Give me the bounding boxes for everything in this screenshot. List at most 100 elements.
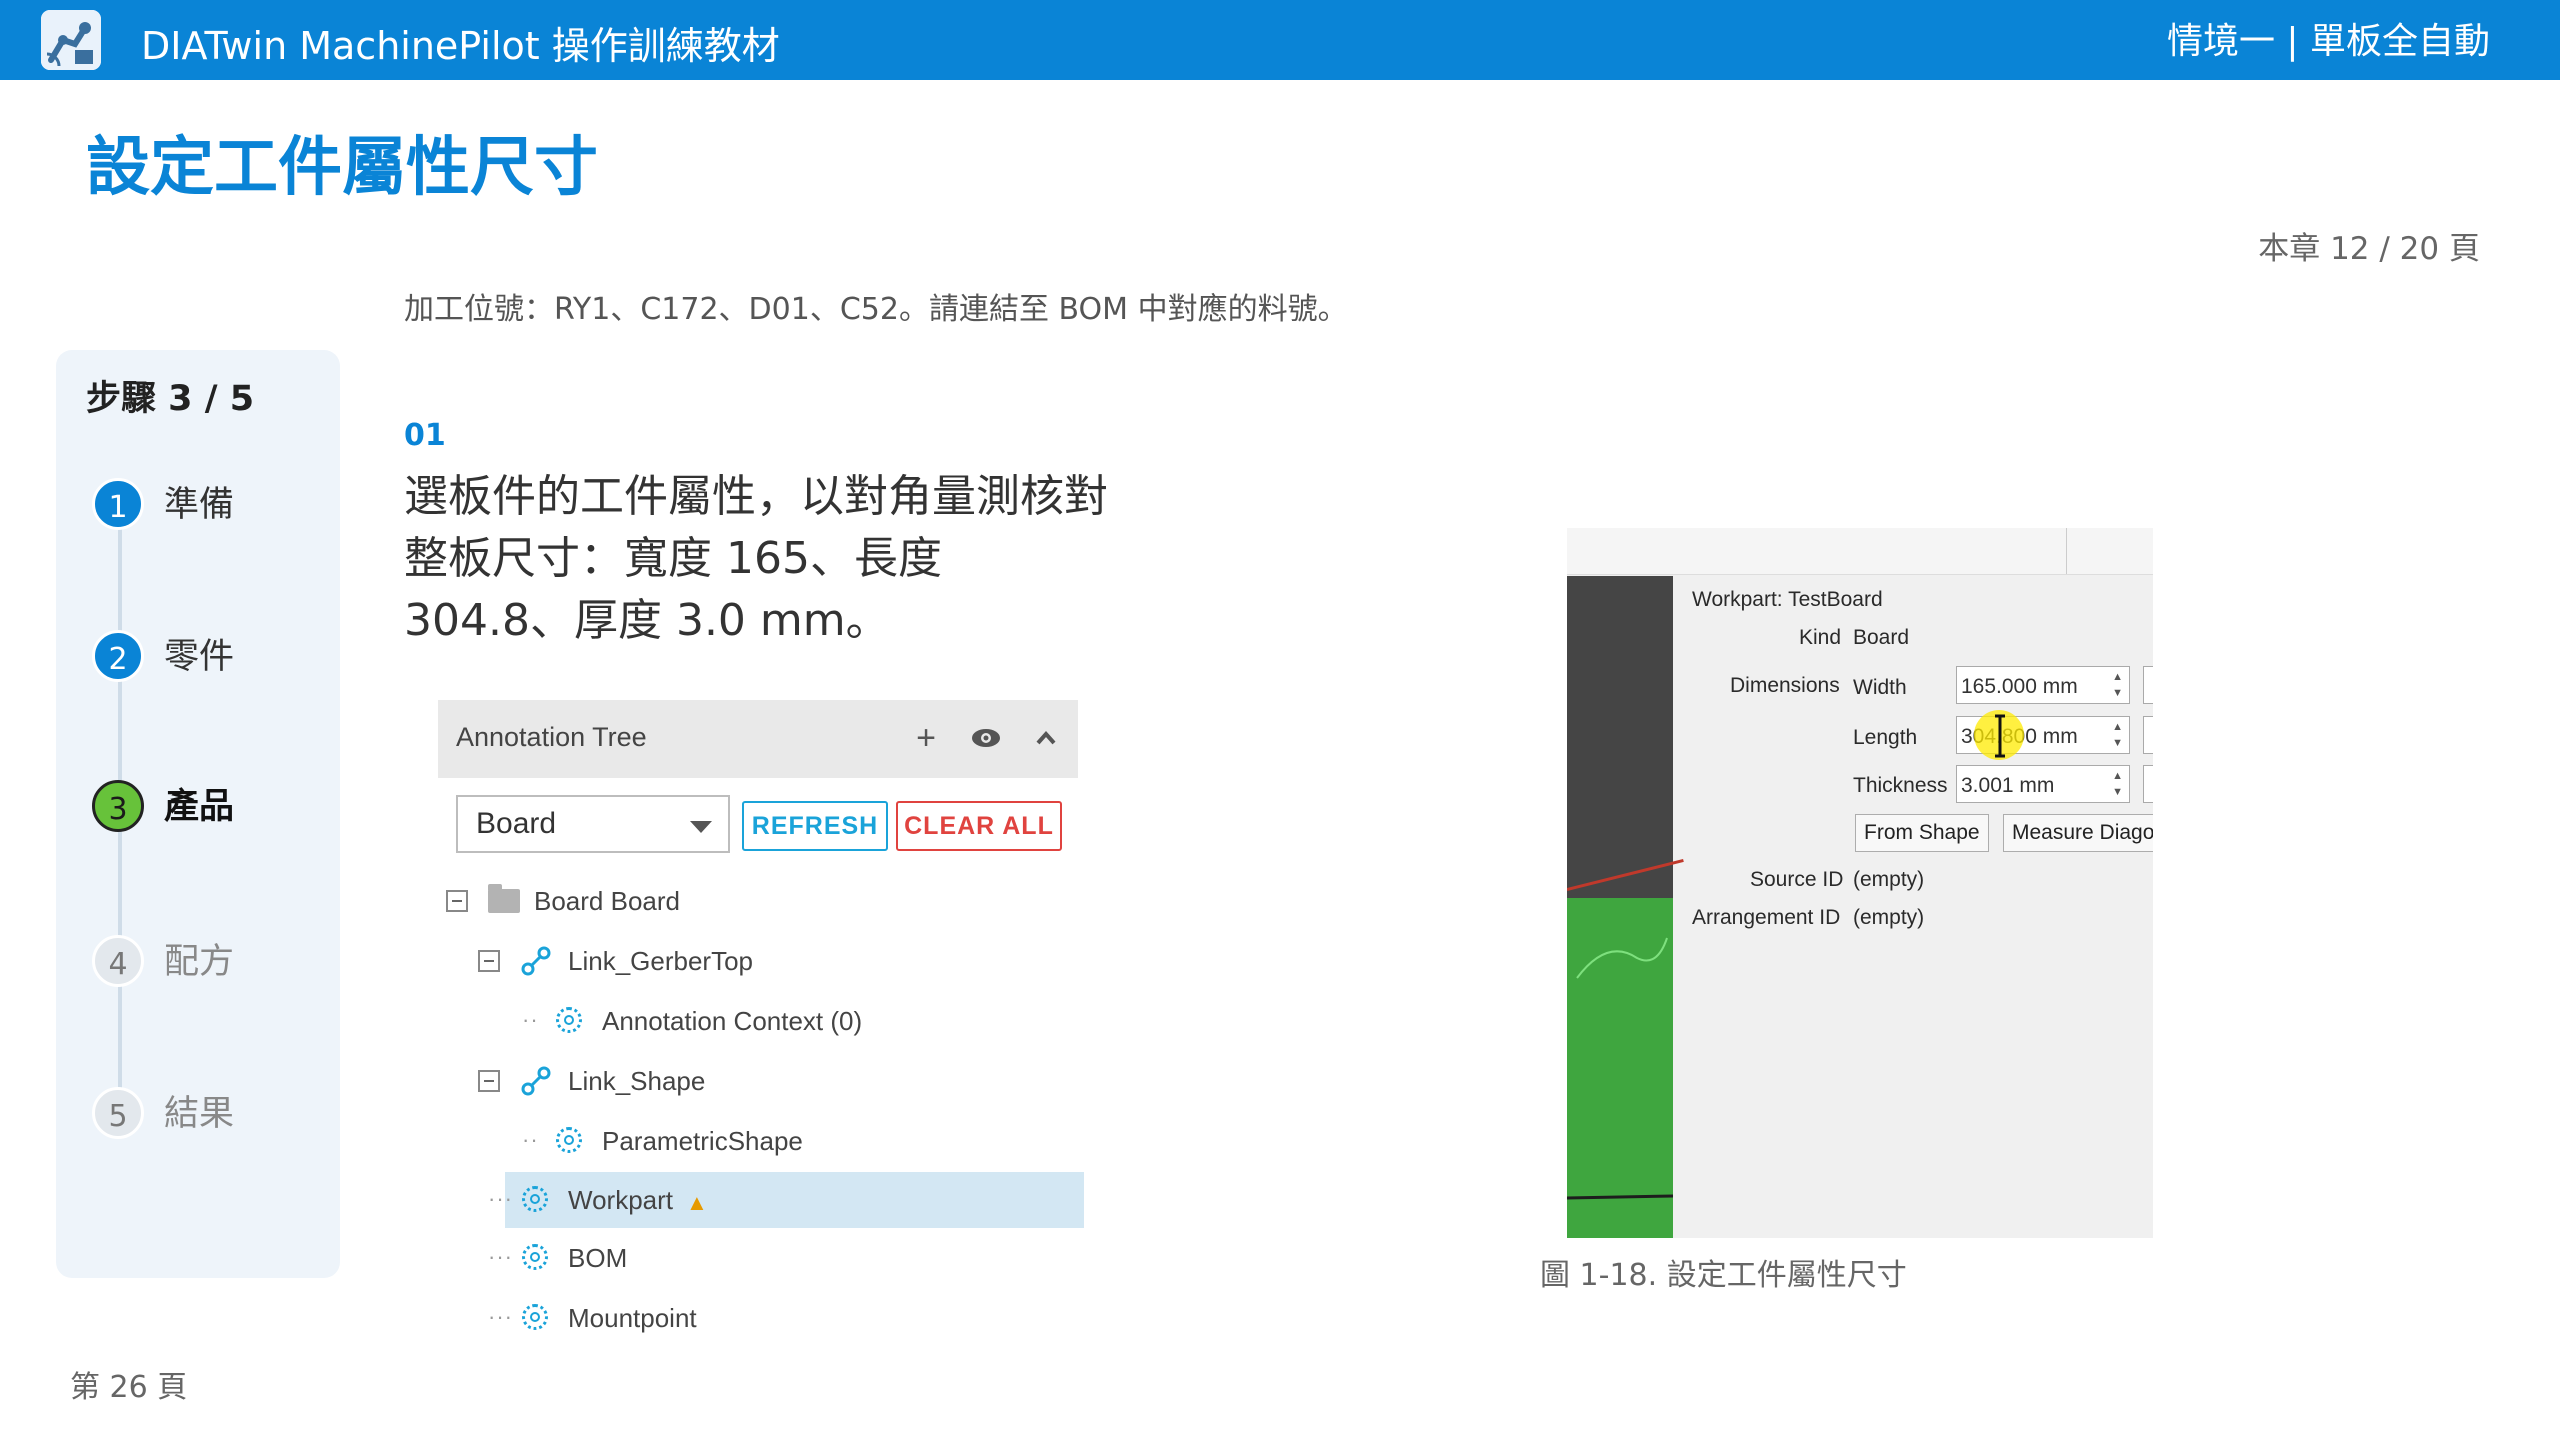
- top-bar: DIATwin MachinePilot 操作訓練教材 情境一 | 單板全自動: [0, 0, 2560, 80]
- step-label: 配方: [164, 942, 235, 982]
- steps-panel: 步驟 3 / 5 1 準備 2 零件 3 產品 4 配方 5 結果: [56, 350, 340, 1278]
- step-number: 2: [92, 630, 144, 682]
- annotation-type-select[interactable]: Board: [456, 795, 730, 853]
- step-2[interactable]: 2 零件: [92, 630, 332, 690]
- node-label: BOM: [568, 1243, 628, 1273]
- from-shape-button[interactable]: From Shape: [1855, 814, 1989, 852]
- step-label: 準備: [164, 485, 235, 525]
- step-number: 1: [92, 478, 144, 530]
- tree-node-board[interactable]: Board Board: [430, 873, 1084, 929]
- node-label: Mountpoint: [568, 1303, 697, 1333]
- tree-node-parametric-shape[interactable]: ·· ParametricShape: [430, 1113, 1084, 1169]
- step-3[interactable]: 3 產品: [92, 780, 332, 840]
- dimensions-label: Dimensions: [1730, 674, 1840, 697]
- eye-icon[interactable]: [966, 714, 1006, 762]
- instruction-index: 01: [404, 418, 446, 453]
- measure-diagonal-button[interactable]: Measure Diagor: [2003, 814, 2153, 852]
- plus-icon[interactable]: +: [906, 714, 946, 762]
- gear-icon: [522, 1186, 548, 1212]
- unit-dropdown[interactable]: [2143, 716, 2153, 754]
- step-label: 結果: [164, 1094, 235, 1134]
- node-label: ParametricShape: [602, 1126, 803, 1156]
- gear-icon: [556, 1127, 582, 1153]
- tree-guide: ··: [522, 1127, 539, 1152]
- board-preview: [1567, 898, 1674, 1238]
- unit-dropdown[interactable]: [2143, 666, 2153, 704]
- app-title: DIATwin MachinePilot 操作訓練教材: [141, 24, 780, 68]
- warning-icon: ▲: [686, 1190, 708, 1215]
- node-label: Annotation Context (0): [602, 1006, 863, 1036]
- gear-icon: [556, 1007, 582, 1033]
- step-1[interactable]: 1 準備: [92, 478, 332, 538]
- tree-node-link-gerbertop[interactable]: Link_GerberTop: [430, 933, 1084, 989]
- workpart-name: Workpart: TestBoard: [1692, 588, 1883, 611]
- step-4[interactable]: 4 配方: [92, 935, 332, 995]
- kind-label: Kind: [1799, 626, 1842, 649]
- thickness-label: Thickness: [1853, 774, 1948, 797]
- thickness-value: 3.001 mm: [1961, 774, 2055, 797]
- unit-dropdown[interactable]: [2143, 765, 2153, 803]
- step-5[interactable]: 5 結果: [92, 1087, 332, 1147]
- annotation-tree-panel: Annotation Tree + Board REFRESH CLEAR AL…: [430, 695, 1084, 1345]
- step-number: 3: [92, 780, 144, 832]
- tree-guide: ···: [488, 1186, 513, 1211]
- node-label: Link_Shape: [568, 1066, 706, 1096]
- gear-icon: [522, 1244, 548, 1270]
- collapse-icon[interactable]: [478, 950, 500, 972]
- figure-toolbar: [1567, 528, 2153, 575]
- arrangement-id-label: Arrangement ID: [1692, 906, 1841, 929]
- annotation-tree-header: Annotation Tree +: [438, 700, 1078, 778]
- intro-text: 加工位號：RY1、C172、D01、C52。請連結至 BOM 中對應的料號。: [404, 292, 1348, 327]
- width-spinbox[interactable]: 165.000 mm ▲ ▼: [1956, 666, 2130, 704]
- folder-icon: [488, 884, 520, 913]
- step-label: 產品: [164, 787, 235, 827]
- collapse-icon[interactable]: [478, 1070, 500, 1092]
- divider: [2066, 528, 2067, 574]
- step-label: 零件: [164, 637, 235, 677]
- spin-arrows-icon[interactable]: ▲ ▼: [2112, 719, 2123, 751]
- step-number: 4: [92, 935, 144, 987]
- workpart-properties-figure: Workpart: TestBoard Kind Board Dimension…: [1567, 528, 2153, 1238]
- annotation-tree-title: Annotation Tree: [456, 722, 647, 752]
- refresh-button[interactable]: REFRESH: [742, 801, 888, 851]
- robot-arm-icon: [41, 10, 101, 70]
- tree-node-annotation-context[interactable]: ·· Annotation Context (0): [430, 993, 1084, 1049]
- text-cursor-icon: [1993, 714, 2005, 758]
- page-title: 設定工件屬性尺寸: [86, 131, 598, 205]
- tree-guide: ··: [522, 1007, 539, 1032]
- tree-node-workpart[interactable]: ··· Workpart ▲: [430, 1172, 1084, 1228]
- source-id-value: (empty): [1853, 868, 1925, 891]
- tree-guide: ···: [488, 1304, 513, 1329]
- width-value: 165.000 mm: [1961, 675, 2078, 698]
- link-icon: [520, 1065, 552, 1102]
- tree-node-mountpoint[interactable]: ··· Mountpoint: [430, 1290, 1084, 1346]
- length-label: Length: [1853, 726, 1918, 749]
- select-value: Board: [476, 807, 557, 840]
- link-icon: [520, 945, 552, 982]
- collapse-icon[interactable]: [446, 890, 468, 912]
- chapter-label: 情境一 | 單板全自動: [2166, 21, 2490, 62]
- tree-node-link-shape[interactable]: Link_Shape: [430, 1053, 1084, 1109]
- kind-value: Board: [1853, 626, 1910, 649]
- chevron-down-icon: [690, 821, 712, 833]
- source-id-label: Source ID: [1750, 868, 1844, 891]
- chevron-up-icon[interactable]: [1026, 714, 1066, 762]
- step-number: 5: [92, 1087, 144, 1139]
- spin-arrows-icon[interactable]: ▲ ▼: [2112, 768, 2123, 800]
- figure-caption: 圖 1-18. 設定工件屬性尺寸: [1540, 1258, 1907, 1293]
- clear-all-button[interactable]: CLEAR ALL: [896, 801, 1062, 851]
- instruction-text: 選板件的工件屬性，以對角量測核對整板尺寸：寬度 165、長度 304.8、厚度 …: [404, 471, 1108, 646]
- gear-icon: [522, 1304, 548, 1330]
- chapter-page-counter: 本章 12 / 20 頁: [2258, 231, 2480, 267]
- thickness-spinbox[interactable]: 3.001 mm ▲ ▼: [1956, 765, 2130, 803]
- arrangement-id-value: (empty): [1853, 906, 1925, 929]
- tree-node-bom[interactable]: ··· BOM: [430, 1230, 1084, 1286]
- node-label: Workpart: [568, 1185, 673, 1215]
- steps-title: 步驟 3 / 5: [86, 379, 255, 419]
- node-label: Link_GerberTop: [568, 946, 753, 976]
- tree-guide: ···: [488, 1244, 513, 1269]
- footer-page-number: 第 26 頁: [70, 1370, 188, 1405]
- node-label: Board Board: [534, 886, 680, 916]
- width-label: Width: [1853, 676, 1907, 699]
- spin-arrows-icon[interactable]: ▲ ▼: [2112, 669, 2123, 701]
